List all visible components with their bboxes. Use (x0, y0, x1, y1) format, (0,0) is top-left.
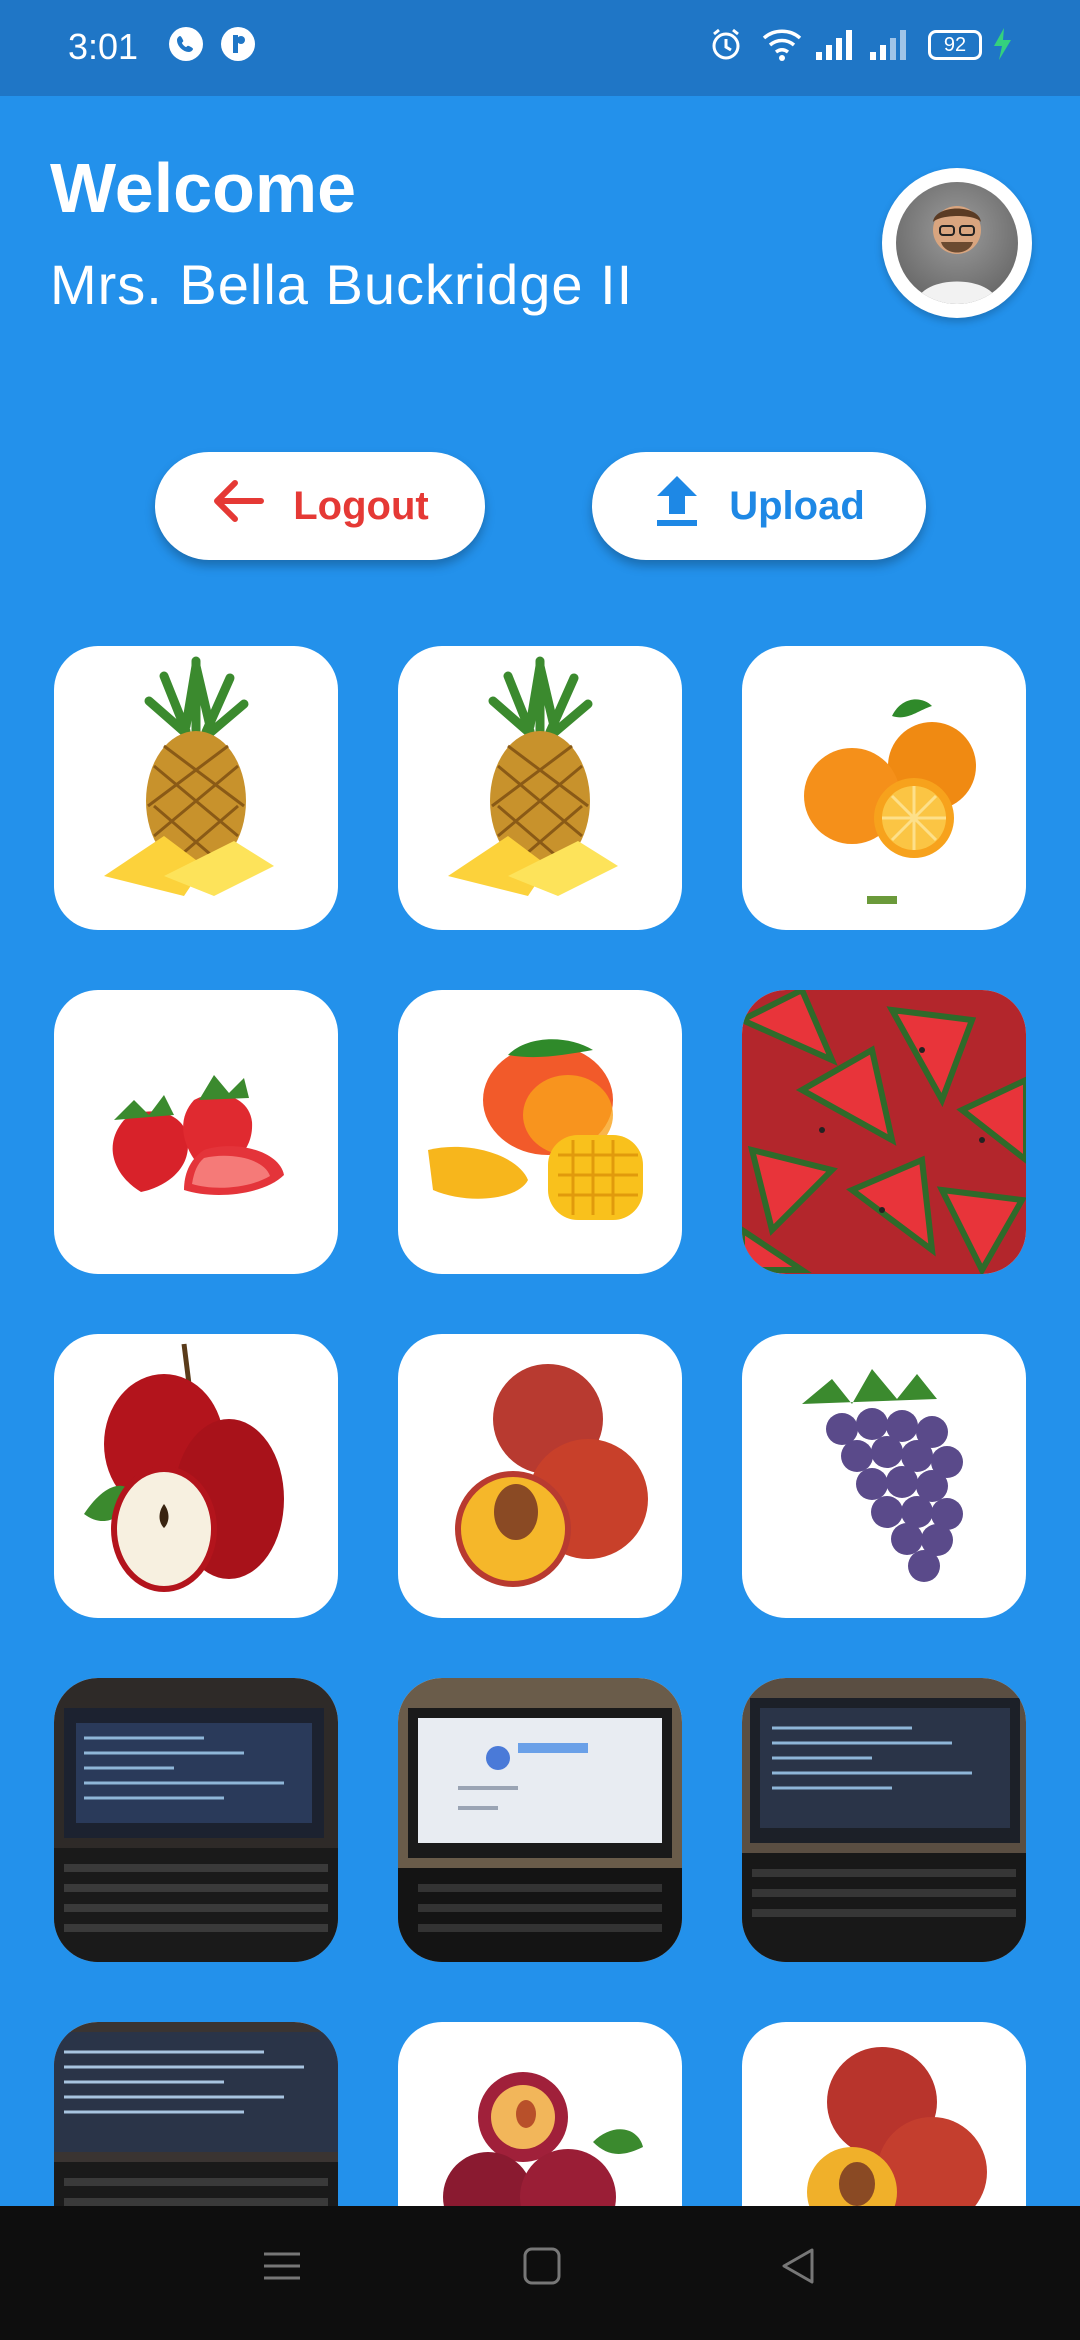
strawberry-image (112, 1075, 284, 1195)
laptop-photo-image (54, 2022, 338, 2206)
logout-button[interactable]: Logout (155, 452, 485, 560)
gallery-item[interactable] (54, 990, 338, 1274)
arrow-left-icon (211, 479, 265, 533)
profile-avatar-icon (896, 182, 1018, 304)
pineapple-image (104, 656, 274, 896)
user-name: Mrs. Bella Buckridge II (50, 253, 634, 316)
pineapple-image (448, 656, 618, 896)
back-icon[interactable] (778, 2246, 818, 2291)
signal-icon (814, 26, 858, 67)
gallery-item[interactable] (742, 990, 1026, 1274)
laptop-photo-image (54, 1678, 338, 1962)
peach-image (807, 2047, 987, 2206)
menu-icon[interactable] (262, 2246, 302, 2291)
laptop-photo-image (742, 1678, 1026, 1962)
mango-image (428, 1039, 643, 1220)
alarm-icon (708, 26, 744, 67)
call-icon (168, 26, 204, 67)
avatar[interactable] (882, 168, 1032, 318)
home-icon[interactable] (522, 2246, 562, 2291)
gallery-item[interactable] (54, 1334, 338, 1618)
system-nav-bar (0, 2206, 1080, 2340)
notification-icon (220, 26, 256, 67)
gallery-item[interactable] (398, 1334, 682, 1618)
grapes-image (802, 1369, 963, 1582)
gallery-item[interactable] (742, 646, 1026, 930)
gallery-item[interactable] (54, 1678, 338, 1962)
watermelon-image (742, 990, 1026, 1274)
status-time: 3:01 (68, 26, 139, 67)
upload-label: Upload (729, 483, 865, 528)
gallery-item[interactable] (742, 2022, 1026, 2206)
apple-image (84, 1343, 284, 1592)
logout-label: Logout (293, 483, 429, 528)
signal-icon (868, 26, 912, 67)
gallery-item[interactable] (398, 2022, 682, 2206)
gallery-item[interactable] (742, 1678, 1026, 1962)
image-grid (0, 640, 1080, 2206)
gallery-item[interactable] (398, 1678, 682, 1962)
laptop-photo-image (398, 1678, 682, 1962)
orange-image (804, 699, 976, 904)
welcome-title: Welcome (50, 149, 357, 227)
battery-icon: 92 (928, 30, 982, 60)
wifi-icon (760, 26, 804, 67)
gallery-item[interactable] (742, 1334, 1026, 1618)
upload-button[interactable]: Upload (592, 452, 926, 560)
gallery-item[interactable] (54, 2022, 338, 2206)
peach-image (455, 1364, 648, 1587)
charging-icon (990, 26, 1014, 67)
gallery-item[interactable] (398, 646, 682, 930)
gallery-item[interactable] (54, 646, 338, 930)
plum-image (443, 2072, 643, 2206)
status-bar: 3:01 92 (0, 0, 1080, 96)
upload-icon (653, 474, 701, 538)
gallery-item[interactable] (398, 990, 682, 1274)
